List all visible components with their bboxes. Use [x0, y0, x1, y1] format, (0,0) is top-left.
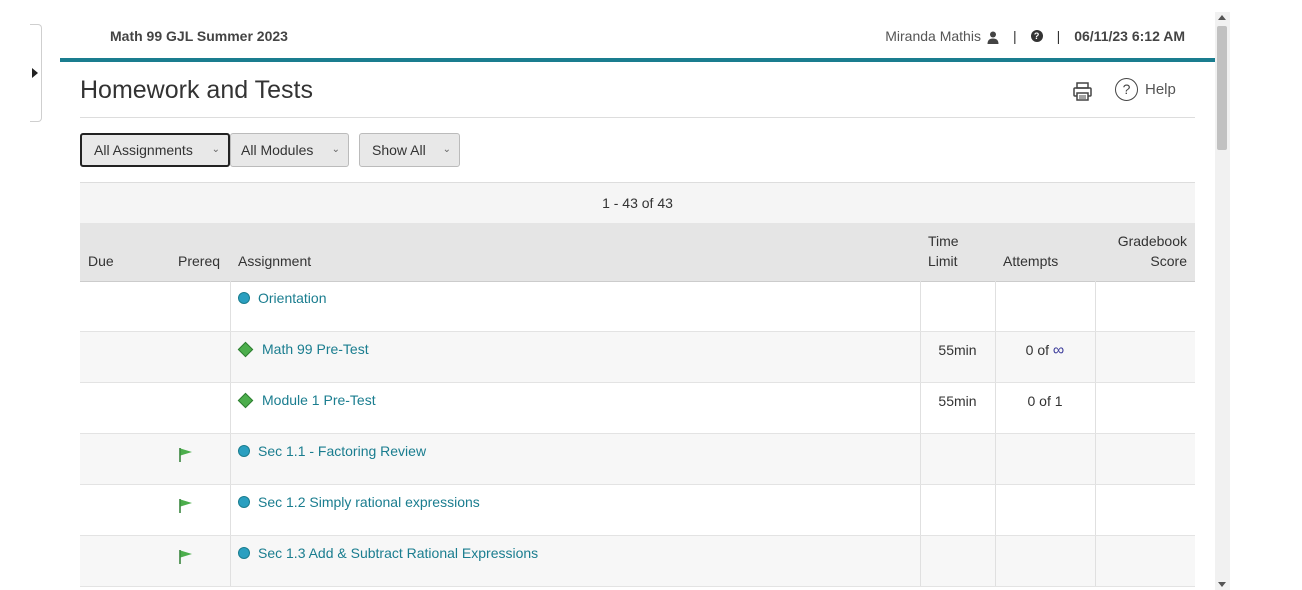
help-label: Help	[1145, 81, 1176, 98]
pagination-count: 1 - 43 of 43	[80, 183, 1195, 223]
assignments-table-body: Orientation Math 99 Pre-Test 55min 0 of ∞ Mo…	[80, 281, 1195, 587]
scrollbar[interactable]	[1215, 12, 1230, 590]
gradebook-score-cell	[1095, 434, 1195, 484]
user-icon[interactable]	[987, 31, 999, 44]
table-row: Sec 1.2 Simply rational expressions	[80, 485, 1195, 536]
column-divider	[995, 281, 996, 331]
column-divider	[995, 536, 996, 586]
chevron-down-icon: ⌄	[442, 144, 451, 155]
separator: |	[1056, 28, 1061, 44]
course-title: Math 99 GJL Summer 2023	[110, 28, 288, 44]
table-row: Sec 1.3 Add & Subtract Rational Expressi…	[80, 536, 1195, 587]
assignment-link[interactable]: Sec 1.3 Add & Subtract Rational Expressi…	[238, 545, 538, 561]
assignments-filter-select[interactable]: All Assignments ⌄	[80, 133, 230, 167]
gradebook-score-cell	[1095, 332, 1195, 382]
diamond-icon	[237, 392, 254, 408]
column-due[interactable]: Due	[88, 251, 114, 271]
attempts-value: 0 of 1	[1027, 393, 1063, 409]
column-divider	[995, 434, 996, 484]
chevron-down-icon: ⌄	[331, 144, 340, 155]
table-row: Math 99 Pre-Test 55min 0 of ∞	[80, 332, 1195, 383]
help-circle-icon: ?	[1115, 78, 1138, 101]
circle-icon	[238, 292, 250, 304]
assignment-name: Module 1 Pre-Test	[262, 392, 376, 408]
assignments-filter-value: All Assignments	[94, 142, 193, 158]
chevron-down-icon: ⌄	[211, 144, 220, 155]
column-divider	[995, 485, 996, 535]
assignment-link[interactable]: Math 99 Pre-Test	[237, 341, 369, 357]
expand-arrow-icon	[32, 68, 38, 78]
column-divider	[230, 281, 231, 331]
topbar-right: Miranda Mathis | ? | 06/11/23 6:12 AM	[885, 28, 1185, 44]
assignment-name: Sec 1.1 - Factoring Review	[258, 443, 427, 459]
gradebook-score-cell	[1095, 485, 1195, 535]
column-divider	[230, 383, 231, 433]
column-time-limit: Time Limit	[928, 233, 959, 269]
assignment-link[interactable]: Module 1 Pre-Test	[237, 392, 376, 408]
prereq-flag-icon[interactable]	[178, 498, 194, 514]
circle-icon	[238, 496, 250, 508]
assignment-link[interactable]: Sec 1.1 - Factoring Review	[238, 443, 426, 459]
column-divider	[920, 485, 921, 535]
column-divider	[920, 281, 921, 331]
scroll-thumb[interactable]	[1217, 26, 1227, 150]
column-divider	[230, 485, 231, 535]
column-gradebook-score: Gradebook Score	[1117, 233, 1187, 269]
scroll-down-icon[interactable]	[1218, 582, 1226, 587]
column-divider	[230, 536, 231, 586]
table-row: Sec 1.1 - Factoring Review	[80, 434, 1195, 485]
assignment-name: Sec 1.3 Add & Subtract Rational Expressi…	[258, 545, 539, 561]
time-limit-cell: 55min	[938, 342, 977, 358]
show-filter-select[interactable]: Show All ⌄	[359, 133, 460, 167]
column-divider	[920, 536, 921, 586]
show-filter-value: Show All	[372, 142, 426, 158]
separator: |	[1012, 28, 1017, 44]
attempts-cell: 0 of 1	[995, 383, 1095, 419]
column-divider	[920, 434, 921, 484]
gradebook-score-cell	[1095, 536, 1195, 586]
diamond-icon	[237, 341, 254, 357]
infinity-icon: ∞	[1052, 342, 1065, 359]
column-divider	[230, 332, 231, 382]
scroll-up-icon[interactable]	[1218, 15, 1226, 20]
divider	[80, 117, 1195, 118]
top-bar: Math 99 GJL Summer 2023 Miranda Mathis |…	[60, 14, 1215, 62]
side-panel-toggle[interactable]	[30, 24, 42, 122]
assignment-name: Sec 1.2 Simply rational expressions	[258, 494, 480, 510]
attempts-cell: 0 of ∞	[995, 332, 1095, 369]
circle-icon	[238, 445, 250, 457]
print-icon[interactable]	[1072, 81, 1093, 102]
question-icon[interactable]: ?	[1030, 30, 1043, 42]
modules-filter-select[interactable]: All Modules ⌄	[230, 133, 349, 167]
column-attempts: Attempts	[1003, 253, 1059, 269]
table-row: Orientation	[80, 281, 1195, 332]
assignment-link[interactable]: Orientation	[238, 290, 326, 306]
gradebook-score-cell	[1095, 383, 1195, 433]
gradebook-score-cell	[1095, 281, 1195, 331]
table-row: Module 1 Pre-Test 55min 0 of 1	[80, 383, 1195, 434]
prereq-flag-icon[interactable]	[178, 447, 194, 463]
modules-filter-value: All Modules	[241, 142, 314, 158]
time-limit-cell: 55min	[938, 393, 977, 409]
assignment-name: Orientation	[258, 290, 327, 306]
column-divider	[230, 434, 231, 484]
circle-icon	[238, 547, 250, 559]
table-header: Due Prereq Assignment Time Limit Attempt…	[80, 223, 1195, 282]
attempts-value: 0 of	[1025, 342, 1050, 358]
column-assignment[interactable]: Assignment	[238, 251, 311, 271]
prereq-flag-icon[interactable]	[178, 549, 194, 565]
datetime: 06/11/23 6:12 AM	[1074, 28, 1185, 44]
page-title: Homework and Tests	[80, 76, 313, 104]
user-name[interactable]: Miranda Mathis	[885, 28, 981, 44]
assignment-link[interactable]: Sec 1.2 Simply rational expressions	[238, 494, 480, 510]
column-prereq: Prereq	[178, 253, 221, 269]
assignment-name: Math 99 Pre-Test	[262, 341, 369, 357]
help-button[interactable]: ? Help	[1115, 78, 1176, 101]
